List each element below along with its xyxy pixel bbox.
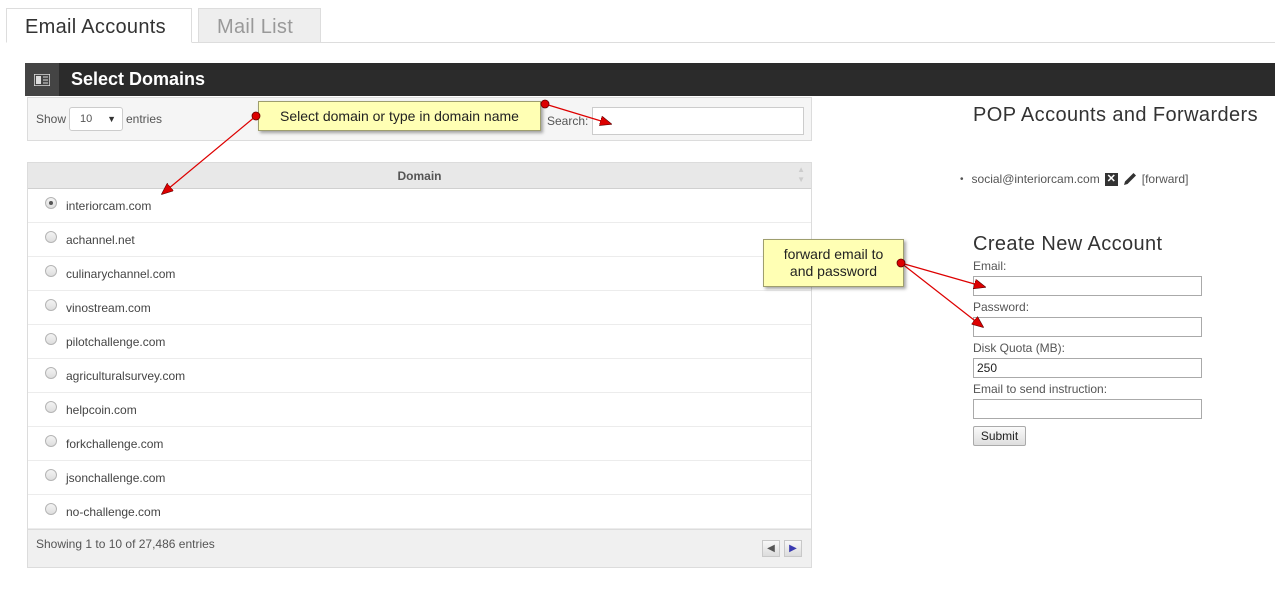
disk-quota-field[interactable]: 250 [973,358,1202,378]
disk-quota-label: Disk Quota (MB): [973,341,1066,355]
tab-email-accounts[interactable]: Email Accounts [6,8,192,43]
prev-page-icon[interactable]: ◀ [762,540,780,557]
callout-forward-line2: and password [789,263,878,279]
password-label: Password: [973,300,1030,314]
create-account-title: Create New Account [973,233,1163,255]
callout-domain-hint: Select domain or type in domain name [258,101,541,131]
domain-radio[interactable] [45,333,57,345]
select-domains-header: Select Domains [25,63,1275,96]
pencil-icon[interactable] [1123,172,1137,186]
domain-radio[interactable] [45,469,57,481]
table-row[interactable]: forkchallenge.com [28,427,811,461]
bullet: • [960,173,964,185]
domain-radio[interactable] [45,197,57,209]
table-row[interactable]: pilotchallenge.com [28,325,811,359]
table-row[interactable]: helpcoin.com [28,393,811,427]
domain-column-header[interactable]: Domain ▲ ▼ [28,162,811,189]
page-size-value: 10 [80,113,93,125]
arrow-to-password [900,262,983,327]
sort-icon: ▲ ▼ [797,165,805,184]
domain-radio[interactable] [45,367,57,379]
table-row[interactable]: vinostream.com [28,291,811,325]
forward-link[interactable]: [forward] [1142,172,1189,186]
domain-radio[interactable] [45,299,57,311]
pop-account-item: • social@interiorcam.com ✕ [forward] [960,172,1188,186]
entries-label: entries [126,112,163,126]
dropdown-caret-icon: ▼ [107,114,116,124]
domain-radio[interactable] [45,401,57,413]
domain-label: no-challenge.com [66,505,161,519]
email-label: Email: [973,259,1007,273]
domain-label: jsonchallenge.com [66,471,166,485]
table-info: Showing 1 to 10 of 27,486 entries [36,537,215,551]
page-size-select[interactable]: 10 ▼ [69,107,123,131]
tab-mail-list[interactable]: Mail List [198,8,321,43]
domain-label: forkchallenge.com [66,437,164,451]
callout-forward-line1: forward email to [783,246,884,262]
search-label: Search: [547,114,589,128]
pop-accounts-title: POP Accounts and Forwarders [973,104,1259,126]
instruction-email-field[interactable] [973,399,1202,419]
domain-header-label: Domain [397,169,442,183]
password-field[interactable] [973,317,1202,337]
list-icon [25,63,59,96]
domain-label: helpcoin.com [66,403,137,417]
domain-label: achannel.net [66,233,135,247]
delete-icon[interactable]: ✕ [1104,172,1118,186]
next-page-icon[interactable]: ▶ [784,540,802,557]
domain-label: interiorcam.com [66,199,152,213]
domain-label: culinarychannel.com [66,267,176,281]
instruction-email-label: Email to send instruction: [973,382,1108,396]
table-row[interactable]: culinarychannel.com [28,257,811,291]
domain-radio[interactable] [45,231,57,243]
domain-radio[interactable] [45,435,57,447]
table-row[interactable]: jsonchallenge.com [28,461,811,495]
search-input[interactable] [592,107,804,135]
pop-account-email: social@interiorcam.com [971,172,1100,186]
callout-forward-hint: forward email to and password [763,239,904,287]
submit-button[interactable]: Submit [973,426,1026,446]
show-label: Show [36,112,67,126]
panel-title: Select Domains [71,69,206,89]
table-row[interactable]: achannel.net [28,223,811,257]
domain-radio[interactable] [45,265,57,277]
domain-label: vinostream.com [66,301,151,315]
table-footer: Showing 1 to 10 of 27,486 entries ◀ ▶ [28,529,811,567]
email-field[interactable] [973,276,1202,296]
domain-label: agriculturalsurvey.com [66,369,186,383]
tabs-baseline [6,42,1275,43]
table-row[interactable]: agriculturalsurvey.com [28,359,811,393]
table-row[interactable]: interiorcam.com [28,189,811,223]
domain-label: pilotchallenge.com [66,335,166,349]
domain-table: Domain ▲ ▼ interiorcam.com achannel.net cul… [27,162,812,568]
table-row[interactable]: no-challenge.com [28,495,811,529]
domain-radio[interactable] [45,503,57,515]
